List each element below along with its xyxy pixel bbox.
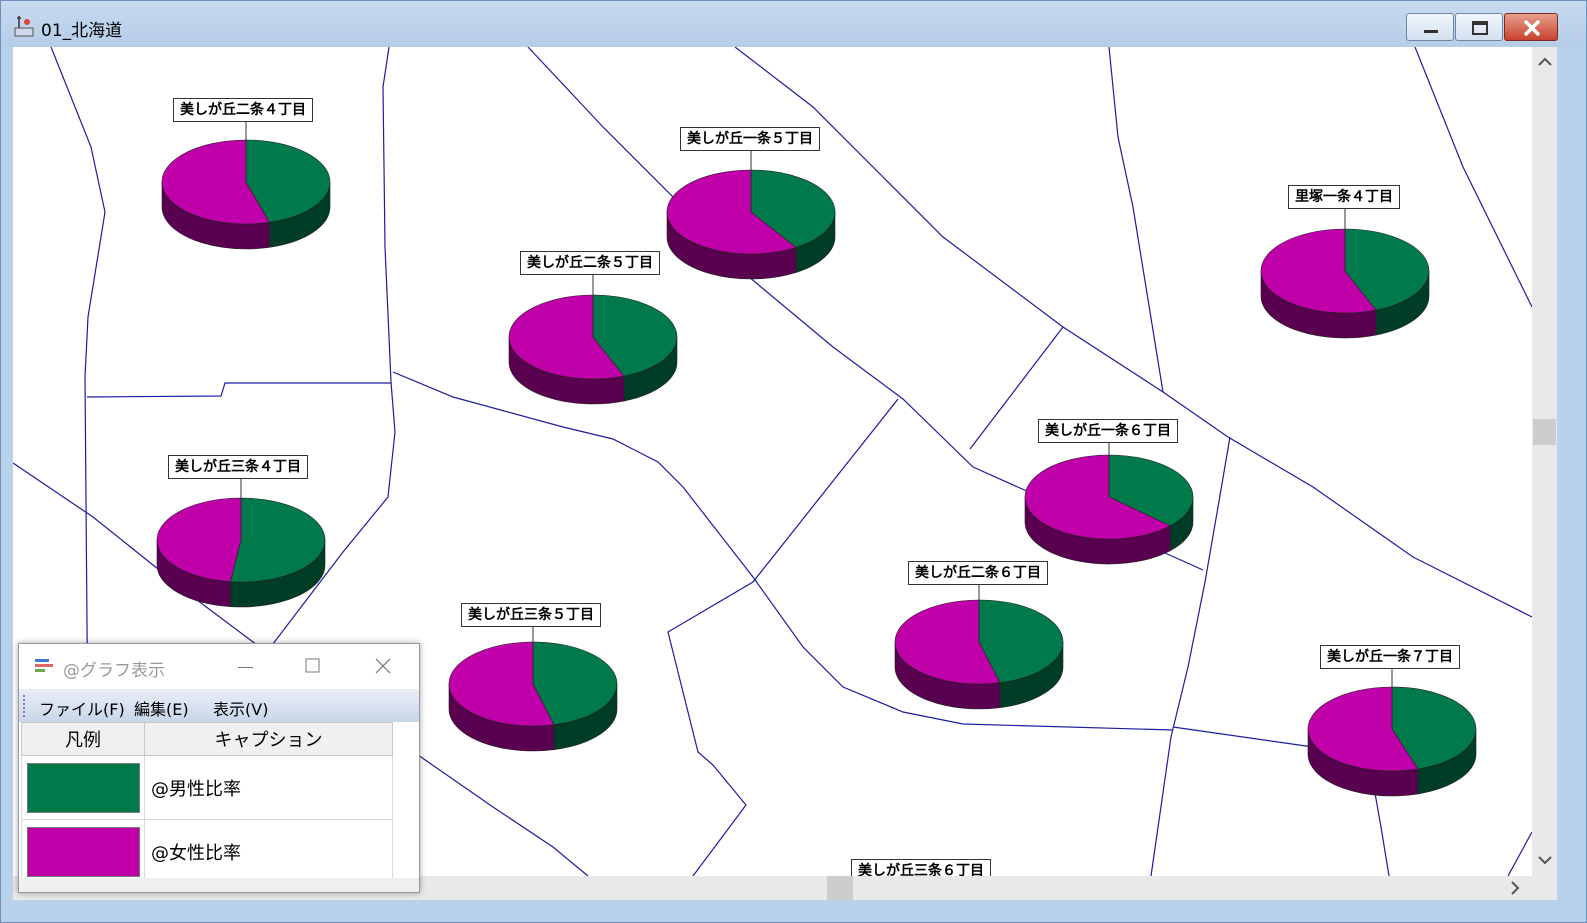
pie-chart[interactable]	[666, 169, 836, 280]
district-label: 美しが丘一条７丁目	[1320, 645, 1460, 669]
legend-table: 凡例 キャプション @男性比率 @女性比率	[21, 722, 393, 884]
district-boundary	[1172, 726, 1314, 748]
menu-bar: ファイル(F) 編集(E) 表示(V)	[19, 689, 419, 722]
minimize-icon	[1424, 30, 1438, 33]
district-label: 美しが丘一条６丁目	[1038, 419, 1178, 443]
app-icon	[14, 16, 34, 37]
district-label: 美しが丘三条４丁目	[168, 455, 308, 479]
pie-chart[interactable]	[156, 497, 326, 608]
legend-row[interactable]: @女性比率	[21, 819, 393, 884]
scroll-right-icon[interactable]	[1510, 881, 1520, 895]
title-bar[interactable]: 01_北海道	[1, 1, 1586, 47]
district-label: 美しが丘三条６丁目	[851, 859, 991, 876]
pie-chart[interactable]	[161, 139, 331, 250]
graph-icon	[35, 659, 53, 672]
female-color-swatch	[26, 826, 140, 877]
maximize-icon[interactable]	[304, 657, 322, 675]
maximize-icon	[1472, 21, 1488, 35]
district-label: 美しが丘二条６丁目	[908, 561, 1048, 585]
menu-edit[interactable]: 編集(E)	[134, 696, 189, 720]
pie-chart[interactable]	[894, 599, 1064, 710]
district-boundary	[417, 754, 589, 876]
legend-row[interactable]: @男性比率	[21, 755, 393, 820]
scroll-down-icon[interactable]	[1538, 855, 1552, 865]
column-header-caption[interactable]: キャプション	[144, 722, 393, 756]
male-color-swatch	[26, 762, 140, 813]
legend-swatch-cell[interactable]	[21, 819, 145, 884]
legend-caption: @男性比率	[144, 755, 393, 820]
pie-chart[interactable]	[508, 294, 678, 405]
horizontal-scroll-thumb[interactable]	[827, 876, 853, 900]
legend-title: @グラフ表示	[63, 661, 165, 681]
menu-view[interactable]: 表示(V)	[213, 696, 268, 720]
menu-file[interactable]: ファイル(F)	[39, 696, 125, 720]
vertical-scroll-thumb[interactable]	[1533, 419, 1556, 445]
legend-swatch-cell[interactable]	[21, 755, 145, 820]
vertical-scrollbar[interactable]	[1532, 47, 1557, 876]
legend-title-bar[interactable]: @グラフ表示	[19, 644, 419, 688]
legend-caption: @女性比率	[144, 819, 393, 884]
minimize-button[interactable]	[1406, 13, 1454, 41]
legend-horizontal-scrollbar[interactable]	[19, 878, 419, 892]
district-boundary	[1108, 47, 1164, 393]
district-boundary	[1414, 47, 1532, 308]
district-label: 美しが丘二条４丁目	[173, 98, 313, 122]
column-header-legend[interactable]: 凡例	[21, 722, 145, 756]
minimize-icon[interactable]	[237, 658, 255, 674]
scroll-up-icon[interactable]	[1538, 57, 1552, 67]
pie-chart[interactable]	[1260, 228, 1430, 339]
menu-grip	[23, 695, 27, 717]
close-icon	[1523, 19, 1541, 37]
district-boundary	[1507, 831, 1532, 876]
district-label: 美しが丘一条５丁目	[680, 127, 820, 151]
close-button[interactable]	[1504, 13, 1558, 41]
scrollbar-corner	[1532, 876, 1557, 900]
close-icon[interactable]	[374, 657, 392, 675]
district-boundary	[86, 382, 391, 398]
window-title: 01_北海道	[41, 21, 123, 41]
pie-chart[interactable]	[448, 641, 618, 752]
district-boundary	[667, 398, 899, 876]
legend-window: @グラフ表示 ファイル(F) 編集(E) 表示(V) 凡例 キャプション @男性…	[18, 643, 420, 893]
district-label: 美しが丘二条５丁目	[520, 251, 660, 275]
pie-chart[interactable]	[1024, 454, 1194, 565]
pie-chart[interactable]	[1307, 686, 1477, 797]
district-label: 里塚一条４丁目	[1288, 185, 1400, 209]
maximize-button[interactable]	[1455, 13, 1503, 41]
district-label: 美しが丘三条５丁目	[461, 603, 601, 627]
